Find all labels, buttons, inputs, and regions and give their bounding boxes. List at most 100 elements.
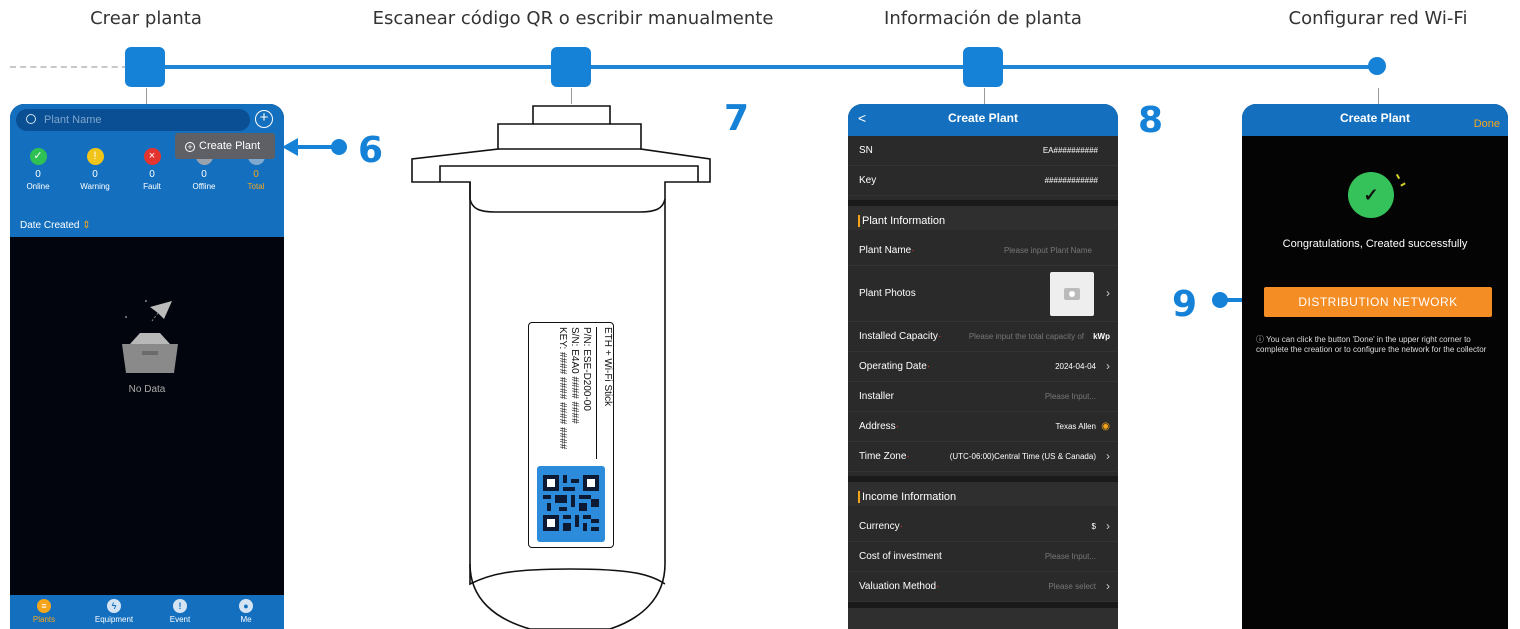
add-plant-button[interactable]: + bbox=[255, 110, 273, 128]
stat-fault[interactable]: × 0 Fault bbox=[125, 148, 179, 193]
operating-date-value: 2024-04-04 bbox=[1055, 362, 1096, 371]
timeline-connector bbox=[1378, 88, 1379, 104]
step-number-9: 9 bbox=[1172, 284, 1198, 325]
empty-state-text: No Data bbox=[128, 384, 166, 395]
qr-code-icon bbox=[543, 475, 599, 531]
installed-capacity-unit: kWp bbox=[1093, 332, 1110, 341]
plants-header: Plant Name + ✓ 0 Online ! 0 Warning × 0 … bbox=[10, 104, 284, 237]
done-button[interactable]: Done bbox=[1474, 110, 1500, 138]
currency-value: $ bbox=[1091, 522, 1096, 531]
required-marker: · bbox=[911, 245, 915, 256]
stat-warning[interactable]: ! 0 Warning bbox=[68, 148, 122, 193]
section-plant-information: Plant Information bbox=[848, 200, 1118, 230]
required-marker: · bbox=[895, 421, 900, 432]
timeline-end-dot bbox=[1368, 57, 1386, 75]
key-value: ############ bbox=[1044, 176, 1098, 185]
plant-name-placeholder: Please input Plant Name bbox=[1003, 246, 1092, 255]
sort-arrow-icon: ⇕ bbox=[82, 220, 91, 231]
section-title: Income Information bbox=[862, 491, 957, 503]
stat-label: Warning bbox=[80, 182, 110, 191]
valuation-method-field[interactable]: Valuation Method· Please select › bbox=[848, 572, 1118, 602]
header-title: Create Plant bbox=[1339, 111, 1411, 125]
installed-capacity-placeholder: Please input the total capacity of bbox=[968, 332, 1084, 341]
arrow-dot bbox=[1212, 292, 1228, 308]
step-number-6: 6 bbox=[358, 130, 384, 171]
chevron-right-icon: › bbox=[1106, 519, 1110, 533]
cost-placeholder: Please Input... bbox=[1044, 552, 1096, 561]
section-income-information: Income Information bbox=[848, 476, 1118, 506]
step-number-8: 8 bbox=[1138, 100, 1164, 141]
plant-photos-field[interactable]: Plant Photos › bbox=[848, 266, 1118, 322]
section-marker bbox=[858, 215, 860, 227]
phone-plant-info: < Create Plant SN EA########## Key #####… bbox=[848, 104, 1118, 629]
cost-of-investment-field[interactable]: Cost of investment Please Input... bbox=[848, 542, 1118, 572]
distribution-network-button[interactable]: DISTRIBUTION NETWORK bbox=[1264, 287, 1492, 317]
location-pin-icon[interactable]: ◉ bbox=[1101, 421, 1110, 432]
tab-equipment[interactable]: ϟ Equipment bbox=[84, 599, 144, 624]
chevron-right-icon: › bbox=[1106, 449, 1110, 463]
required-marker: · bbox=[937, 331, 942, 342]
installer-placeholder: Please Input... bbox=[1044, 392, 1096, 401]
time-zone-field[interactable]: Time Zone· (UTC-06:00)Central Time (US &… bbox=[848, 442, 1118, 472]
address-field[interactable]: Address· Texas Allen ◉ bbox=[848, 412, 1118, 442]
step-title-plant-info: Información de planta bbox=[884, 8, 1082, 29]
sort-date-created[interactable]: Date Created ⇕ bbox=[20, 220, 91, 231]
arrow-dot bbox=[331, 139, 347, 155]
success-message: Congratulations, Created successfully bbox=[1282, 238, 1468, 250]
step-title-scan-qr: Escanear código QR o escribir manualment… bbox=[372, 8, 774, 29]
empty-inbox-icon bbox=[122, 300, 178, 373]
phone-create-success: Create Plant Done ✓ Congratulations, Cre… bbox=[1242, 104, 1508, 629]
back-icon[interactable]: < bbox=[858, 104, 866, 132]
required-marker: · bbox=[926, 361, 931, 372]
tab-event[interactable]: ! Event bbox=[150, 599, 210, 624]
tab-me[interactable]: ● Me bbox=[216, 599, 276, 624]
create-plant-header: < Create Plant bbox=[848, 104, 1118, 136]
operating-date-field[interactable]: Operating Date· 2024-04-04 › bbox=[848, 352, 1118, 382]
operating-date-label: Operating Date bbox=[859, 361, 927, 372]
required-marker: · bbox=[899, 521, 903, 532]
required-marker: · bbox=[906, 451, 910, 462]
tab-label: Equipment bbox=[94, 615, 134, 624]
field-label: Operating Date· bbox=[859, 361, 930, 372]
sparkle-icon bbox=[1400, 182, 1406, 187]
field-label: Currency· bbox=[859, 521, 903, 532]
stat-online[interactable]: ✓ 0 Online bbox=[11, 148, 65, 193]
timeline-node-2 bbox=[551, 47, 591, 87]
section-title: Plant Information bbox=[862, 215, 946, 227]
check-icon: ✓ bbox=[29, 148, 47, 165]
address-label: Address bbox=[859, 421, 896, 432]
info-note: ⓘ You can click the button 'Done' in the… bbox=[1256, 335, 1487, 354]
timeline-connector bbox=[571, 88, 572, 104]
alert-icon: ! bbox=[173, 599, 187, 613]
create-plant-menu-item[interactable]: + Create Plant bbox=[175, 133, 275, 159]
fault-icon: × bbox=[143, 148, 161, 165]
plant-name-field[interactable]: Plant Name· Please input Plant Name bbox=[848, 236, 1118, 266]
photo-upload-box[interactable] bbox=[1050, 272, 1094, 316]
bottom-tab-bar: ≡ Plants ϟ Equipment ! Event ● Me bbox=[10, 595, 284, 629]
stat-label: Offline bbox=[192, 182, 216, 191]
installer-label: Installer bbox=[859, 391, 895, 402]
sort-label: Date Created bbox=[20, 220, 80, 231]
sn-value: EA########## bbox=[1042, 146, 1098, 155]
arrow-head-icon bbox=[282, 138, 298, 156]
search-input[interactable]: Plant Name bbox=[16, 109, 250, 131]
chevron-right-icon: › bbox=[1106, 359, 1110, 373]
tab-label: Me bbox=[240, 615, 252, 624]
time-zone-value: (UTC-06:00)Central Time (US & Canada) bbox=[949, 452, 1096, 461]
sparkle-icon bbox=[1395, 173, 1401, 180]
installer-field[interactable]: Installer Please Input... bbox=[848, 382, 1118, 412]
stat-label: Online bbox=[26, 182, 50, 191]
plant-name-label: Plant Name bbox=[859, 245, 912, 256]
tab-plants[interactable]: ≡ Plants bbox=[14, 599, 74, 624]
pointer-arrow-6 bbox=[282, 138, 347, 156]
sn-label: SN bbox=[859, 145, 873, 156]
currency-label: Currency bbox=[859, 521, 900, 532]
currency-field[interactable]: Currency· $ › bbox=[848, 512, 1118, 542]
timeline-connector bbox=[984, 88, 985, 104]
tab-label: Event bbox=[169, 615, 191, 624]
installed-capacity-field[interactable]: Installed Capacity· Please input the tot… bbox=[848, 322, 1118, 352]
step-title-create-plant: Crear planta bbox=[90, 8, 202, 29]
stat-value: 0 bbox=[253, 169, 259, 180]
stat-value: 0 bbox=[35, 169, 41, 180]
device-label: ETH + Wi-Fi Stick P/N: ESE-D200-00 S/N: … bbox=[528, 322, 614, 548]
